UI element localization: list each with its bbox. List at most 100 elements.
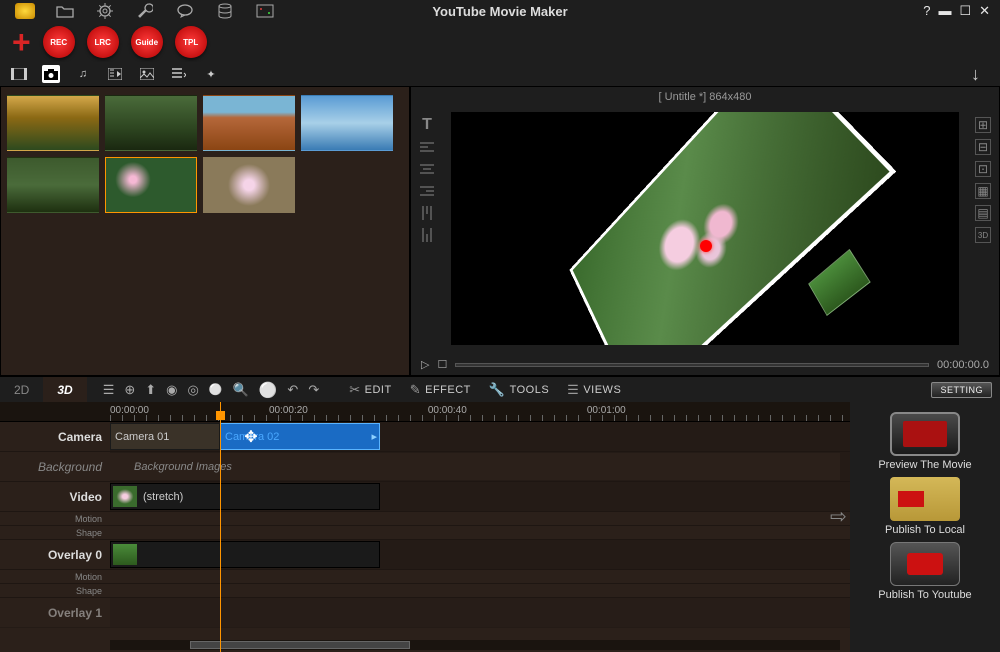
photo-media-tab-icon[interactable] (42, 65, 60, 83)
list-view-icon[interactable]: ☰ (103, 382, 115, 398)
media-thumbnail[interactable] (203, 95, 295, 151)
grid3-icon[interactable]: ⊡ (975, 161, 991, 177)
align-center-icon[interactable] (419, 161, 435, 177)
track-content-overlay0[interactable] (110, 540, 850, 569)
tools-menu[interactable]: 🔧TOOLS (489, 382, 549, 398)
screen-icon[interactable] (254, 2, 276, 20)
track-video: Video (stretch) (0, 482, 850, 512)
list-media-tab-icon[interactable] (170, 65, 188, 83)
grid2-icon[interactable]: ⊟ (975, 139, 991, 155)
align-top-icon[interactable] (419, 205, 435, 221)
minimize-icon[interactable]: ▬ (938, 3, 951, 19)
track-overlay-1: Overlay 1 (0, 598, 850, 628)
folder-icon[interactable] (54, 2, 76, 20)
track-content-overlay-shape[interactable] (110, 584, 850, 597)
guide-button[interactable]: Guide (131, 26, 163, 58)
publish-youtube-button[interactable]: Publish To Youtube (878, 542, 971, 601)
play-icon[interactable]: ▷ (421, 358, 429, 371)
track-content-camera[interactable]: Camera 01 Camera 02 ✥ ▸ (110, 422, 850, 451)
stop-circle-icon[interactable]: ◎ (188, 382, 199, 398)
export-panel: ⇨ Preview The Movie Publish To Local Pub… (850, 402, 1000, 652)
track-label-background: Background (0, 460, 110, 474)
edit-menu[interactable]: ✂EDIT (349, 382, 391, 398)
track-content-overlay-motion[interactable] (110, 570, 850, 583)
help-icon[interactable]: ? (923, 3, 930, 19)
grid4-icon[interactable]: ▦ (975, 183, 991, 199)
expand-arrow-icon[interactable]: ⇨ (830, 504, 847, 529)
timeline-playhead[interactable] (220, 402, 221, 652)
tab-3d[interactable]: 3D (43, 377, 86, 402)
main-area: [ Untitle *] 864x480 T ⊞ ⊟ ⊡ ▦ ▤ 3D ▷ ☐ (0, 86, 1000, 376)
text-tool-icon[interactable]: T (419, 117, 435, 133)
music-media-tab-icon[interactable]: ♫ (74, 65, 92, 83)
anchor-point-icon[interactable] (700, 240, 712, 252)
maximize-icon[interactable]: ☐ (959, 3, 971, 19)
media-thumbnail-selected[interactable] (105, 157, 197, 213)
publish-youtube-icon (890, 542, 960, 586)
clip-video-label: (stretch) (115, 491, 183, 503)
track-content-motion[interactable] (110, 512, 850, 525)
clip-camera-01[interactable]: Camera 01 (110, 423, 220, 450)
track-content-video[interactable]: (stretch) (110, 482, 850, 511)
clip-camera-02[interactable]: Camera 02 ✥ ▸ (220, 423, 380, 450)
media-thumbnail[interactable] (7, 95, 99, 151)
preview-seek-slider[interactable] (455, 363, 929, 367)
effect-menu[interactable]: ✎EFFECT (410, 382, 471, 398)
grid1-icon[interactable]: ⊞ (975, 117, 991, 133)
align-bottom-icon[interactable] (419, 227, 435, 243)
tab-2d[interactable]: 2D (0, 377, 43, 402)
clip-video[interactable]: (stretch) (110, 483, 380, 510)
media-thumbnail[interactable] (105, 95, 197, 151)
stop-icon[interactable]: ☐ (437, 358, 447, 371)
zoom-in-icon[interactable]: ⚪ (259, 381, 278, 399)
preview-overlay-layer[interactable] (808, 249, 871, 316)
setting-button[interactable]: SETTING (931, 382, 992, 398)
database-icon[interactable] (214, 2, 236, 20)
clip-media-tab-icon[interactable] (106, 65, 124, 83)
plugin-media-tab-icon[interactable]: ✦ (202, 65, 220, 83)
scrollbar-thumb[interactable] (190, 641, 410, 649)
image-media-tab-icon[interactable] (138, 65, 156, 83)
gear-icon[interactable] (94, 2, 116, 20)
track-content-background[interactable]: Background Images (110, 452, 850, 481)
timeline-ruler[interactable]: 00:00:00 00:00:20 00:00:40 00:01:00 (0, 402, 850, 422)
zoom-fit-icon[interactable]: 🔍 (233, 382, 249, 398)
preview-movie-button[interactable]: Preview The Movie (878, 412, 971, 471)
up-icon[interactable]: ⬆ (145, 382, 156, 398)
view-3d-icon[interactable]: 3D (975, 227, 991, 243)
add-clip-icon[interactable]: ⊕ (124, 382, 135, 398)
clip-overlay[interactable] (110, 541, 380, 568)
tpl-button[interactable]: TPL (175, 26, 207, 58)
app-logo-icon[interactable] (14, 2, 36, 20)
align-left-icon[interactable] (419, 139, 435, 155)
close-icon[interactable]: ✕ (979, 3, 990, 19)
clip-resize-handle-icon[interactable]: ▸ (371, 430, 377, 443)
media-thumbnail[interactable] (301, 95, 393, 151)
timeline-toolbar: 2D 3D ☰ ⊕ ⬆ ◉ ◎ ⚪ 🔍 ⚪ ↶ ↷ ✂EDIT ✎EFFECT … (0, 376, 1000, 402)
add-media-icon[interactable]: + (12, 26, 31, 58)
wrench-icon[interactable] (134, 2, 156, 20)
lrc-button[interactable]: LRC (87, 26, 119, 58)
track-overlay0-motion: Motion (0, 570, 850, 584)
download-icon[interactable]: ↓ (971, 64, 980, 85)
align-right-icon[interactable] (419, 183, 435, 199)
preview-playback-controls: ▷ ☐ 00:00:00.0 (421, 358, 989, 371)
speech-icon[interactable] (174, 2, 196, 20)
publish-local-button[interactable]: Publish To Local (885, 477, 965, 536)
track-content-overlay1[interactable] (110, 598, 850, 627)
preview-canvas[interactable] (451, 112, 959, 345)
zoom-out-icon[interactable]: ⚪ (209, 383, 223, 396)
play-circle-icon[interactable]: ◉ (166, 382, 177, 398)
track-content-shape[interactable] (110, 526, 850, 539)
views-menu[interactable]: ☰VIEWS (567, 382, 621, 398)
video-media-tab-icon[interactable] (10, 65, 28, 83)
redo-icon[interactable]: ↷ (308, 382, 319, 398)
record-button[interactable]: REC (43, 26, 75, 58)
media-thumbnail[interactable] (203, 157, 295, 213)
undo-icon[interactable]: ↶ (287, 382, 298, 398)
preview-video-layer[interactable] (569, 112, 896, 345)
grid5-icon[interactable]: ▤ (975, 205, 991, 221)
track-label-camera: Camera (0, 430, 110, 444)
track-overlay-0: Overlay 0 (0, 540, 850, 570)
media-thumbnail[interactable] (7, 157, 99, 213)
